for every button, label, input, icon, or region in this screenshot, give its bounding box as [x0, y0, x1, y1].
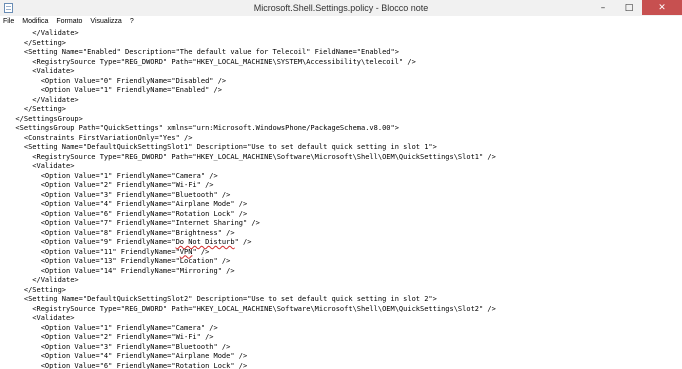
editor-line: </Setting> — [7, 105, 67, 113]
window-title: Microsoft.Shell.Settings.policy - Blocco… — [253, 3, 429, 13]
editor-line: </Setting> — [7, 38, 67, 47]
menu-file[interactable]: File — [0, 16, 18, 27]
editor-line: <Option Value="0" FriendlyName="Disabled… — [7, 76, 227, 85]
text-editor[interactable]: </Validate> </Setting> <Setting Name="En… — [0, 28, 682, 369]
editor-line: <Validate> — [7, 67, 75, 75]
menu-bar: File Modifica Formato Visualizza ? — [0, 16, 682, 27]
editor-line: <Option Value="3" FriendlyName="Bluetoot… — [7, 342, 231, 351]
editor-line: <Option Value="6" FriendlyName="Rotation… — [7, 209, 248, 218]
editor-line: <Setting Name="Enabled" Description="The… — [7, 48, 399, 56]
editor-line: </SettingsGroup> — [7, 114, 83, 123]
editor-line: <Option Value="6" FriendlyName="Rotation… — [7, 361, 248, 369]
menu-visualizza[interactable]: Visualizza — [86, 16, 125, 27]
editor-line: <Option Value="4" FriendlyName="Airplane… — [7, 200, 248, 208]
minimize-button[interactable]: – — [590, 0, 616, 15]
editor-line: </Validate> — [7, 29, 79, 37]
editor-line: <Option Value="13" FriendlyName="Locatio… — [7, 257, 231, 265]
editor-line: <Option Value="1" FriendlyName="Enabled"… — [7, 86, 222, 94]
editor-line: <Option Value="7" FriendlyName="Internet… — [7, 219, 260, 227]
editor-line: <Option Value="1" FriendlyName="Camera" … — [7, 323, 218, 332]
title-bar: Microsoft.Shell.Settings.policy - Blocco… — [0, 0, 682, 17]
editor-line: <Validate> — [7, 314, 75, 322]
editor-line: <Option Value="8" FriendlyName="Brightne… — [7, 228, 235, 237]
editor-line: <RegistrySource Type="REG_DWORD" Path="H… — [7, 304, 496, 313]
editor-line: <Option Value="9" FriendlyName="Do Not D… — [7, 238, 252, 246]
menu-modifica[interactable]: Modifica — [18, 16, 52, 27]
editor-line: <Setting Name="DefaultQuickSettingSlot2"… — [7, 295, 437, 303]
spellcheck-underline: Do Not Disturb — [175, 238, 235, 246]
editor-line: </Validate> — [7, 276, 79, 284]
editor-line: <Option Value="11" FriendlyName="VPN" /> — [7, 247, 210, 256]
menu-help[interactable]: ? — [126, 16, 138, 27]
editor-line: <Option Value="2" FriendlyName="Wi-Fi" /… — [7, 333, 214, 341]
editor-line: <Constraints FirstVariationOnly="Yes" /> — [7, 133, 193, 142]
editor-line: <Setting Name="DefaultQuickSettingSlot1"… — [7, 143, 437, 151]
menu-formato[interactable]: Formato — [52, 16, 86, 27]
editor-line: </Validate> — [7, 95, 79, 104]
editor-line: <RegistrySource Type="REG_DWORD" Path="H… — [7, 152, 496, 161]
close-button[interactable]: ✕ — [642, 0, 682, 15]
editor-line: <RegistrySource Type="REG_DWORD" Path="H… — [7, 57, 416, 66]
editor-line: </Setting> — [7, 285, 67, 294]
editor-line: <Option Value="14" FriendlyName="Mirrori… — [7, 266, 235, 275]
editor-line: <Option Value="1" FriendlyName="Camera" … — [7, 171, 218, 180]
editor-line: <Option Value="3" FriendlyName="Bluetoot… — [7, 190, 231, 199]
editor-line: <Option Value="4" FriendlyName="Airplane… — [7, 352, 248, 360]
spellcheck-underline: VPN — [179, 247, 193, 256]
editor-line: <Option Value="2" FriendlyName="Wi-Fi" /… — [7, 181, 214, 189]
editor-line: <SettingsGroup Path="QuickSettings" xmln… — [7, 124, 399, 132]
window-controls: – □ ✕ — [590, 0, 682, 15]
editor-line: <Validate> — [7, 162, 75, 170]
maximize-button[interactable]: □ — [616, 0, 642, 15]
